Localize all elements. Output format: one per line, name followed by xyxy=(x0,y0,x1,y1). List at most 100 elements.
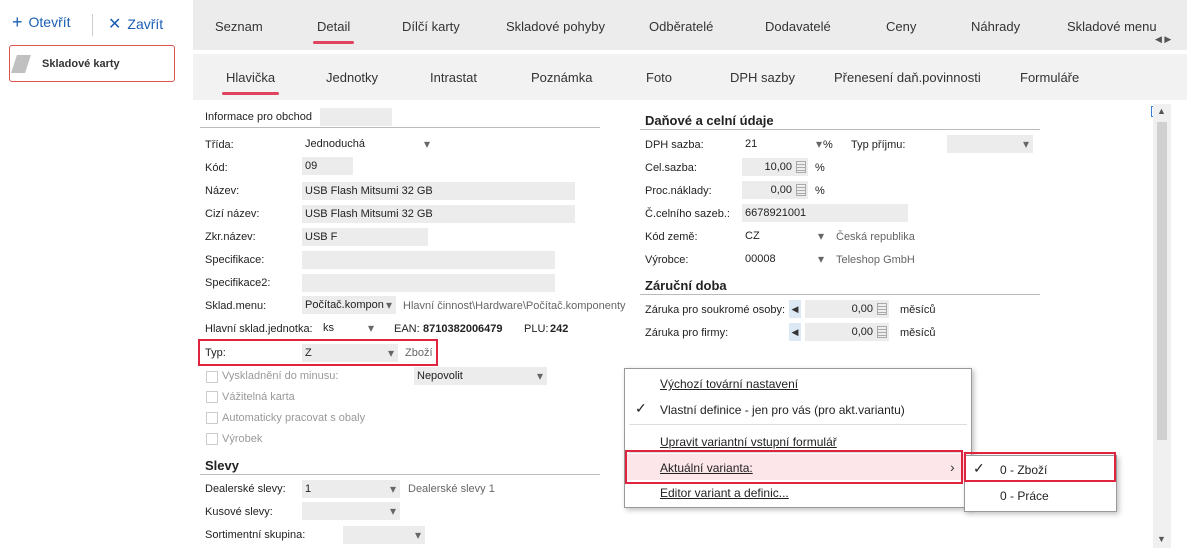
specifikace-label: Specifikace: xyxy=(205,254,265,266)
plu-label: PLU: xyxy=(524,323,549,335)
dph-select[interactable]: 21 xyxy=(742,135,826,153)
calculator-icon[interactable] xyxy=(796,161,806,173)
hlavni-jednotka-select[interactable]: ks xyxy=(320,319,378,337)
tab-dodavatele[interactable]: Dodavatelé xyxy=(765,19,831,34)
zaruka-osoby-unit: měsíců xyxy=(900,304,936,316)
tab-poznamka[interactable]: Poznámka xyxy=(531,70,592,85)
kod-zeme-label: Kód země: xyxy=(645,231,698,243)
slevy-section-title: Slevy xyxy=(205,458,239,473)
vyrobek-label: Výrobek xyxy=(222,433,263,445)
calculator-icon[interactable] xyxy=(796,184,806,196)
zaruka-osoby-label: Záruka pro soukromé osoby: xyxy=(645,304,786,316)
calculator-icon[interactable] xyxy=(877,303,887,315)
card-stripe-icon xyxy=(11,55,31,73)
tab-skladove-pohyby[interactable]: Skladové pohyby xyxy=(506,19,605,34)
tab-formulare[interactable]: Formuláře xyxy=(1020,70,1079,85)
vyrobek-checkbox[interactable] xyxy=(206,433,218,445)
celni-sazebnik-field[interactable]: 6678921001 xyxy=(742,204,908,222)
sklad-menu-label: Sklad.menu: xyxy=(205,300,267,312)
typ-select[interactable]: Z xyxy=(302,344,398,362)
tab-dph-sazby[interactable]: DPH sazby xyxy=(730,70,795,85)
spin-left-icon[interactable]: ◀ xyxy=(789,300,801,318)
sklad-menu-hint: Hlavní činnost\Hardware\Počítač.komponen… xyxy=(403,300,626,312)
tab-ceny[interactable]: Ceny xyxy=(886,19,916,34)
scrollbar-thumb[interactable] xyxy=(1157,122,1167,440)
specifikace2-label: Specifikace2: xyxy=(205,277,271,289)
close-label: Zavřít xyxy=(127,16,164,32)
ean-value: 8710382006479 xyxy=(423,323,503,335)
proc-naklady-label: Proc.náklady: xyxy=(645,185,712,197)
scroll-down-icon[interactable]: ▼ xyxy=(1157,534,1166,544)
spin-left-icon[interactable]: ◀ xyxy=(789,323,801,341)
kusove-slevy-label: Kusové slevy: xyxy=(205,506,273,518)
sortiment-select[interactable] xyxy=(343,526,425,544)
tax-section-title: Daňové a celní údaje xyxy=(645,113,774,128)
info-field[interactable] xyxy=(320,108,392,126)
zaruka-firmy-label: Záruka pro firmy: xyxy=(645,327,729,339)
tab-detail[interactable]: Detail xyxy=(312,19,355,44)
vyrobce-select[interactable]: 00008 xyxy=(742,250,828,268)
tab-odberatele[interactable]: Odběratelé xyxy=(649,19,713,34)
tab-nahrady[interactable]: Náhrady xyxy=(971,19,1020,34)
secondary-tab-bar: Hlavička Jednotky Intrastat Poznámka Fot… xyxy=(193,54,1187,100)
close-button[interactable]: ✕ Zavřít xyxy=(108,14,163,34)
sortiment-label: Sortimentní skupina: xyxy=(205,529,306,541)
plu-value: 242 xyxy=(550,323,569,335)
nav-item-skladove-karty[interactable]: Skladové karty xyxy=(9,45,175,82)
zkr-nazev-field[interactable]: USB F xyxy=(302,228,428,246)
specifikace2-field[interactable] xyxy=(302,274,555,292)
vazitelna-checkbox[interactable] xyxy=(206,391,218,403)
scroll-up-icon[interactable]: ▲ xyxy=(1157,106,1166,116)
tab-skladove-menu[interactable]: Skladové menu xyxy=(1067,19,1157,34)
menu-item-edit-form[interactable]: Upravit variantní vstupní formulář xyxy=(660,435,837,449)
menu-item-own-definition[interactable]: Vlastní definice - jen pro vás (pro akt.… xyxy=(660,403,905,417)
section-divider xyxy=(640,129,1040,130)
dealer-slevy-select[interactable]: 1 xyxy=(302,480,400,498)
specifikace-field[interactable] xyxy=(302,251,555,269)
sklad-menu-select[interactable]: Počítač.kompon xyxy=(302,296,396,314)
tab-jednotky[interactable]: Jednotky xyxy=(326,70,378,85)
menu-item-variant-editor[interactable]: Editor variant a definic... xyxy=(660,486,789,500)
proc-naklady-percent: % xyxy=(815,185,825,197)
typ-prijmu-select[interactable] xyxy=(947,135,1033,153)
open-button[interactable]: + Otevřít xyxy=(12,13,71,31)
typ-hint: Zboží xyxy=(405,347,433,359)
vyskladneni-checkbox[interactable] xyxy=(206,371,218,383)
vyskladneni-select[interactable]: Nepovolit xyxy=(414,367,547,385)
submenu-highlight xyxy=(964,452,1116,482)
vazitelna-label: Vážitelná karta xyxy=(222,391,295,403)
checkmark-icon: ✓ xyxy=(635,400,647,416)
vertical-scrollbar[interactable]: ▲ ▼ xyxy=(1153,104,1171,548)
typ-prijmu-label: Typ příjmu: xyxy=(851,139,906,151)
calculator-icon[interactable] xyxy=(877,326,887,338)
zkr-nazev-label: Zkr.název: xyxy=(205,231,256,243)
kusove-slevy-select[interactable] xyxy=(302,502,400,520)
dph-label: DPH sazba: xyxy=(645,139,704,151)
vyskladneni-label: Vyskladnění do minusu: xyxy=(222,370,339,382)
tab-dilci-karty[interactable]: Dílčí karty xyxy=(402,19,460,34)
info-label: Informace pro obchod xyxy=(205,111,313,123)
tab-preneseni[interactable]: Přenesení daň.povinnosti xyxy=(834,70,981,85)
obaly-checkbox[interactable] xyxy=(206,412,218,424)
trida-select[interactable]: Jednoduchá xyxy=(302,135,434,153)
menu-separator xyxy=(629,424,967,425)
nazev-field[interactable]: USB Flash Mitsumi 32 GB xyxy=(302,182,575,200)
vyrobce-label: Výrobce: xyxy=(645,254,689,266)
obaly-label: Automaticky pracovat s obaly xyxy=(222,412,366,424)
warranty-section-title: Záruční doba xyxy=(645,278,727,293)
tab-intrastat[interactable]: Intrastat xyxy=(430,70,477,85)
cizi-nazev-field[interactable]: USB Flash Mitsumi 32 GB xyxy=(302,205,575,223)
tab-hlavicka[interactable]: Hlavička xyxy=(221,70,280,95)
tab-scroll-icon[interactable]: ◀ ▶ xyxy=(1155,34,1171,45)
menu-item-factory-defaults[interactable]: Výchozí tovární nastavení xyxy=(660,377,798,391)
tab-seznam[interactable]: Seznam xyxy=(215,19,263,34)
kod-zeme-select[interactable]: CZ xyxy=(742,227,828,245)
current-variant-highlight xyxy=(625,450,963,484)
open-label: Otevřít xyxy=(28,14,71,30)
ean-label: EAN: xyxy=(394,323,420,335)
submenu-item-prace[interactable]: 0 - Práce xyxy=(1000,489,1049,503)
dealer-slevy-label: Dealerské slevy: xyxy=(205,483,286,495)
kod-field[interactable]: 09 xyxy=(302,157,353,175)
cel-sazba-label: Cel.sazba: xyxy=(645,162,697,174)
tab-foto[interactable]: Foto xyxy=(646,70,672,85)
